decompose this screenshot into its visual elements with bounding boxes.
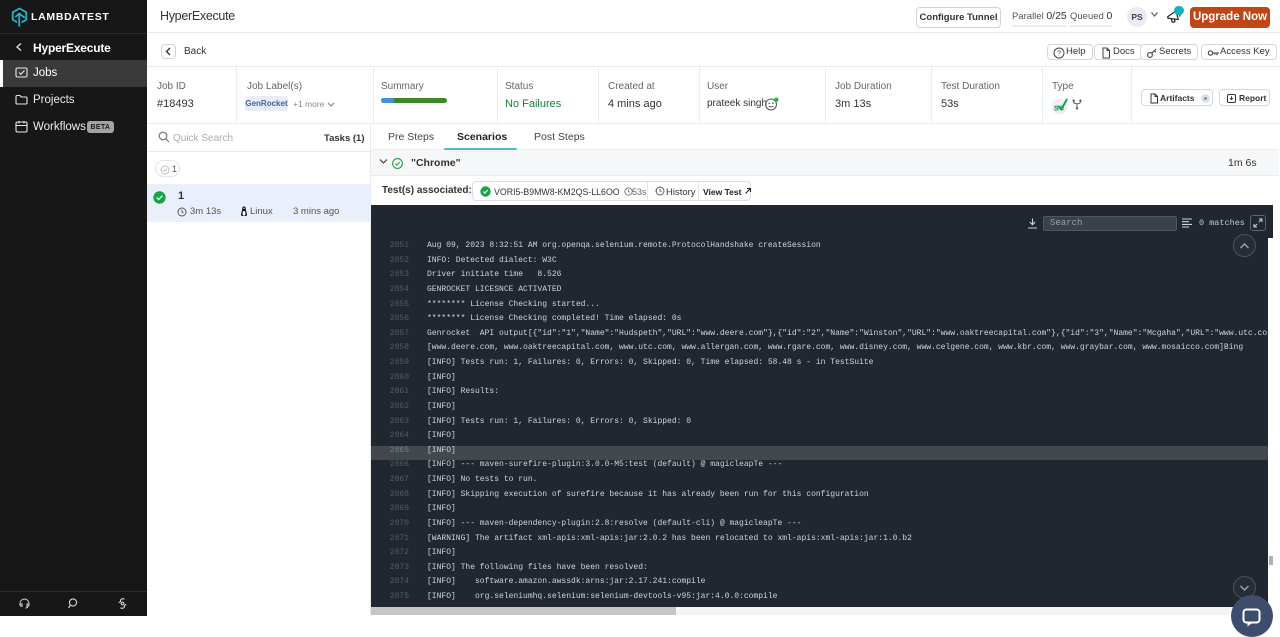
svg-text:?: ?: [1057, 49, 1061, 58]
